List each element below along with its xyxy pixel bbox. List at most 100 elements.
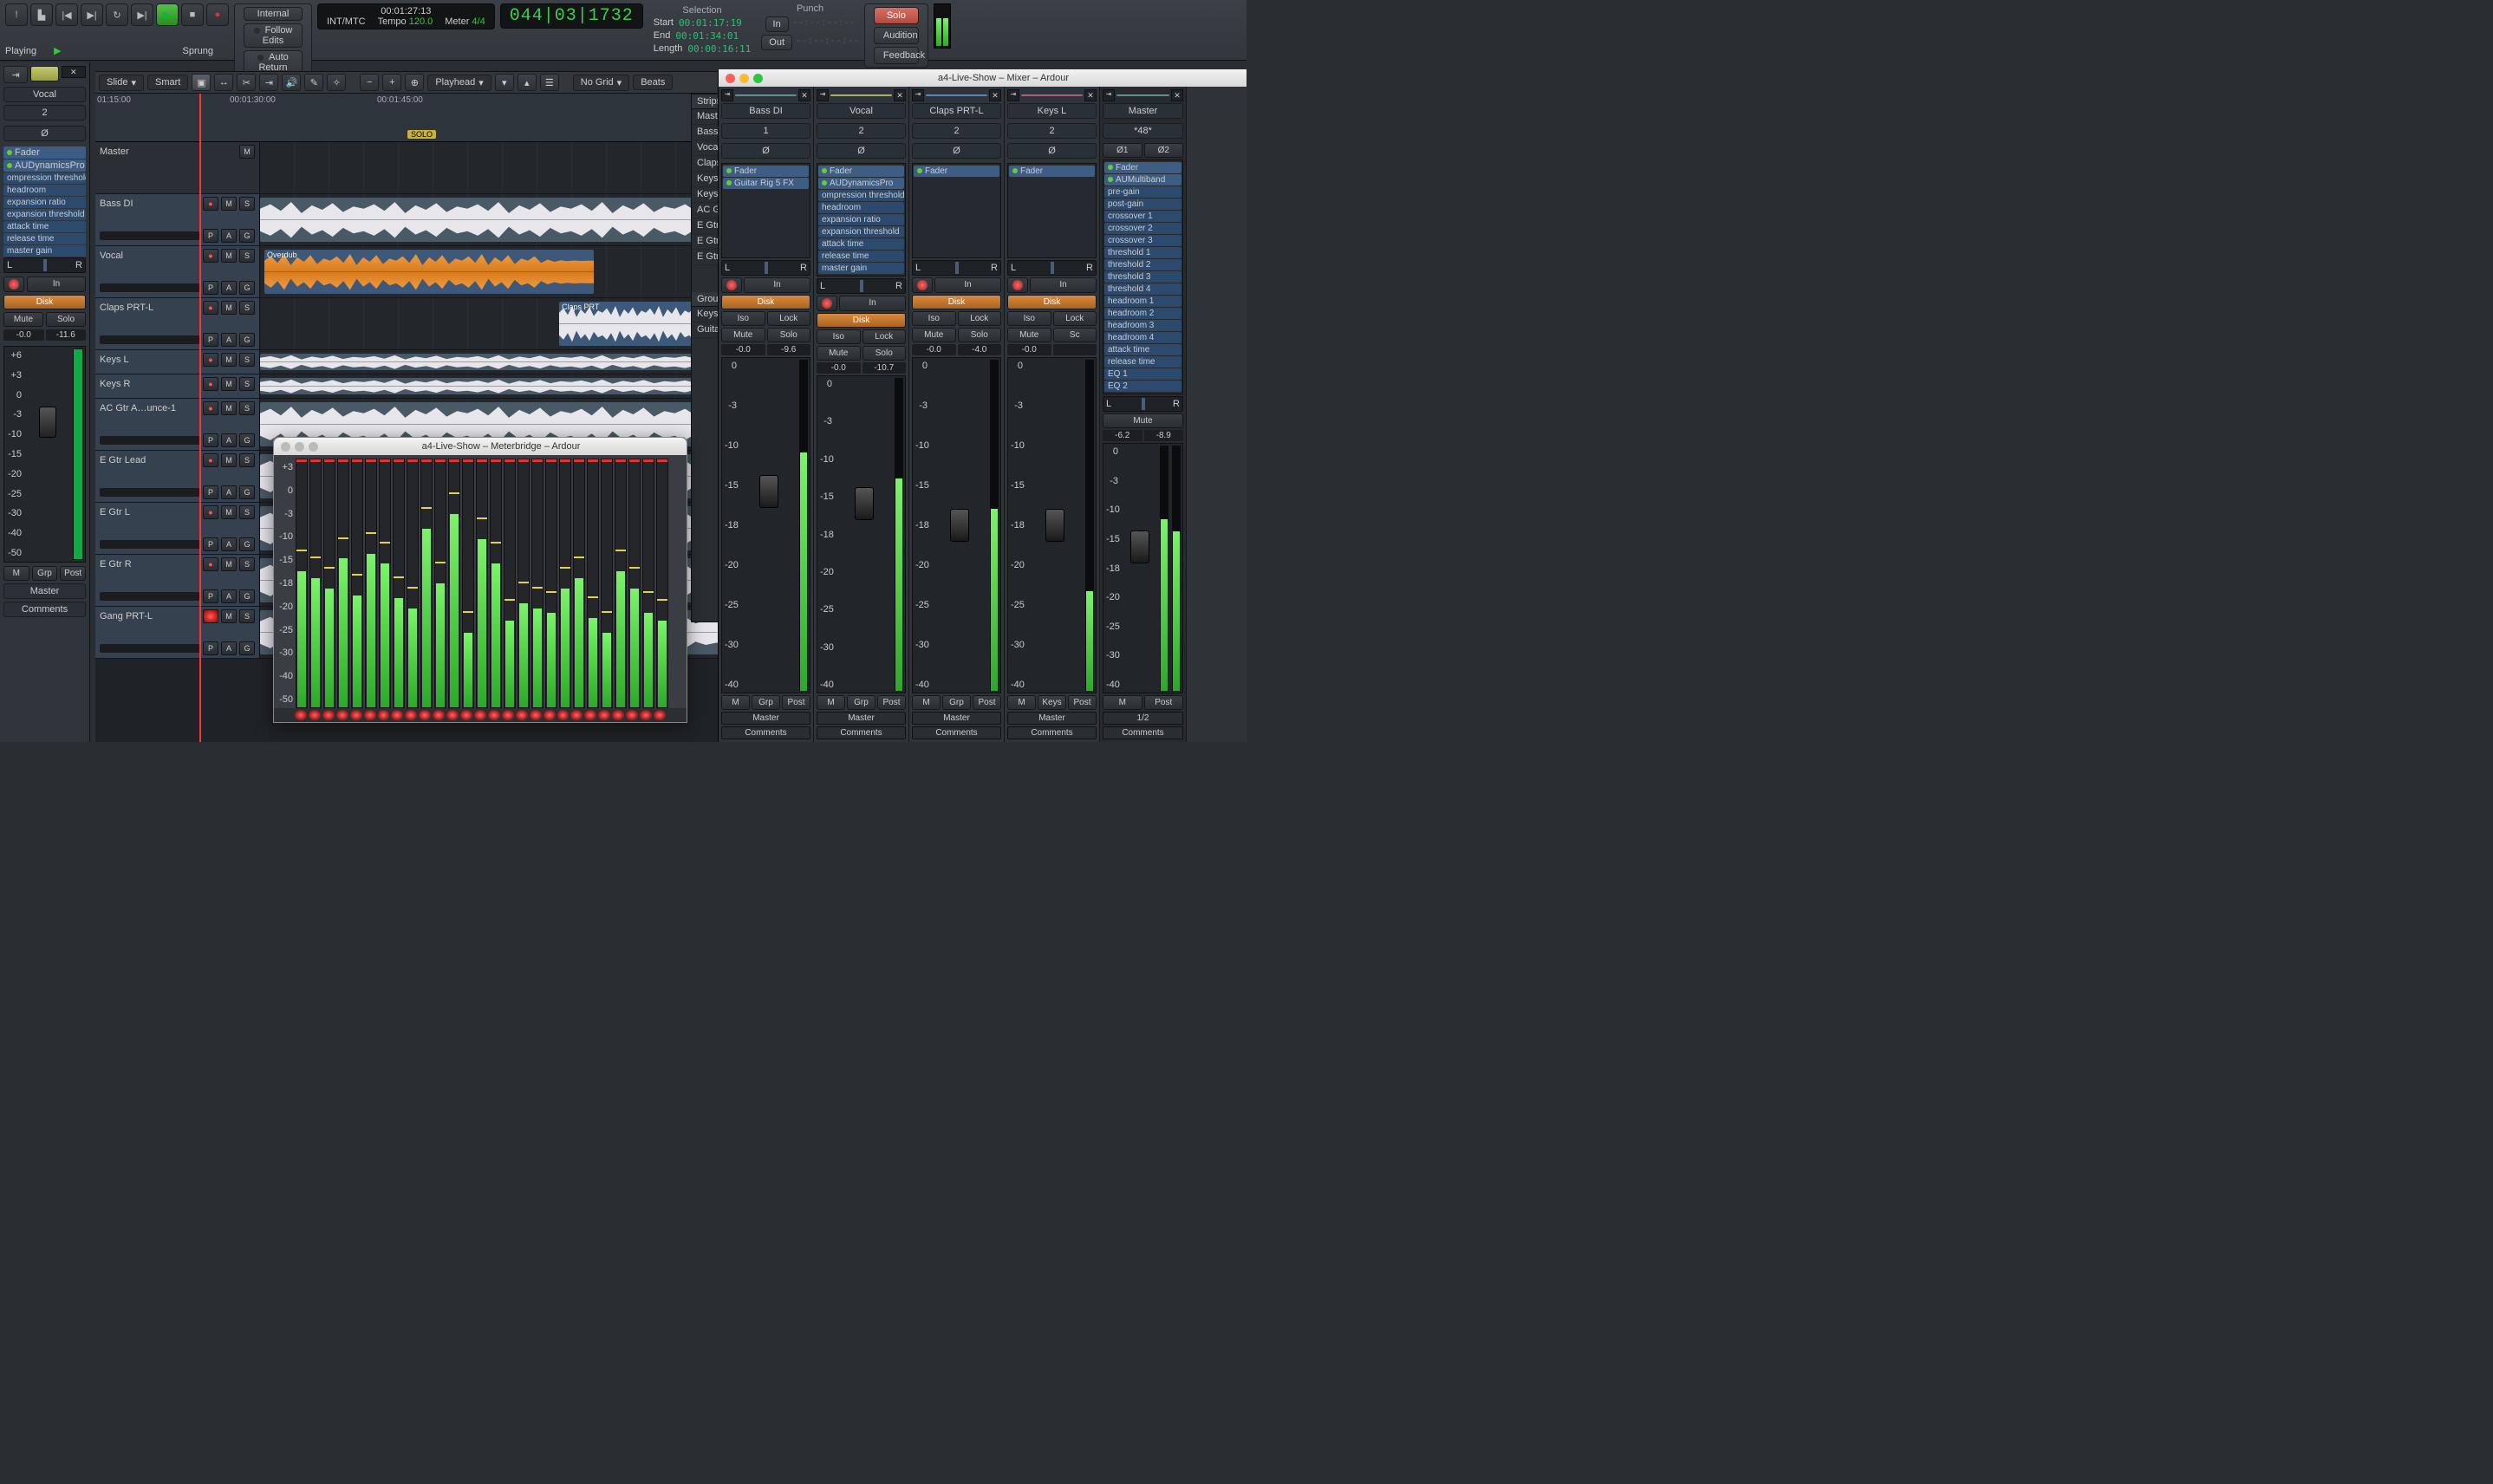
zoom-focus-dropdown[interactable]: Playhead ▾ (427, 75, 491, 91)
meter-rec-button[interactable] (488, 710, 500, 720)
edit-mode-dropdown[interactable]: Slide ▾ (99, 75, 144, 91)
track-shrink-button[interactable]: ▾ (495, 74, 514, 91)
track-fader[interactable] (100, 540, 200, 549)
meterbridge-window[interactable]: a4-Live-Show – Meterbridge – Ardour +30-… (273, 437, 687, 723)
post-button[interactable]: Post (782, 695, 810, 710)
invert-button[interactable]: Ø (1007, 143, 1097, 159)
comments-button[interactable]: Comments (721, 726, 810, 739)
track-a-button[interactable]: A (221, 589, 237, 603)
tool-audition[interactable]: 🔊 (282, 74, 301, 91)
track-rec-button[interactable]: ● (203, 453, 218, 467)
meter-rec-button[interactable] (405, 710, 417, 720)
panner[interactable]: LR (1007, 260, 1097, 276)
output-button[interactable]: 1/2 (1103, 712, 1183, 725)
track-rec-button[interactable]: ● (203, 249, 218, 263)
track-fader[interactable] (100, 335, 200, 344)
track-s-button[interactable]: S (239, 377, 255, 391)
track-p-button[interactable]: P (203, 641, 218, 655)
track-header[interactable]: Gang PRT-L●MSPAG (95, 607, 260, 658)
invert-button[interactable]: Ø (912, 143, 1001, 159)
track-s-button[interactable]: S (239, 557, 255, 571)
m-button[interactable]: M (721, 695, 750, 710)
iso-button[interactable]: Iso (1007, 311, 1051, 326)
disk-button[interactable]: Disk (817, 313, 906, 328)
meter-rec-button[interactable] (557, 710, 570, 720)
audition-alert-button[interactable]: Audition (874, 27, 919, 44)
mixer-titlebar[interactable]: a4-Live-Show – Mixer – Ardour (719, 69, 1246, 87)
plugin-item[interactable]: Fader (1009, 166, 1095, 177)
plugin-param[interactable]: master gain (3, 245, 86, 257)
m-button[interactable]: M (817, 695, 845, 710)
plugin-item[interactable]: Fader (723, 166, 809, 177)
meter-rec-button[interactable] (474, 710, 486, 720)
fader-area[interactable]: 0-3-10-15-18-20-25-30-40 (817, 375, 906, 693)
meter-rec-button[interactable] (336, 710, 348, 720)
plugin-param[interactable]: EQ 2 (1104, 381, 1181, 392)
strip-disk-button[interactable]: Disk (3, 295, 86, 309)
output-button[interactable]: Master (817, 712, 906, 725)
window-minimize-icon[interactable] (739, 74, 749, 83)
track-m-button[interactable]: M (221, 401, 237, 415)
m-button[interactable]: M (1007, 695, 1036, 710)
rec-button[interactable] (721, 277, 742, 293)
output-button[interactable]: Master (912, 712, 1001, 725)
window-close-icon[interactable] (281, 442, 290, 452)
strip-invert-button[interactable]: Ø (3, 126, 86, 141)
track-g-button[interactable]: G (239, 641, 255, 655)
play-range-button[interactable]: ▶| (131, 3, 153, 26)
track-g-button[interactable]: G (239, 485, 255, 499)
plugin-param[interactable]: attack time (818, 238, 904, 250)
window-minimize-icon[interactable] (295, 442, 304, 452)
track-a-button[interactable]: A (221, 537, 237, 551)
strip-comments[interactable]: Comments (3, 602, 86, 617)
midi-panic-button[interactable]: ! (5, 3, 28, 26)
track-fader[interactable] (100, 436, 200, 445)
track-p-button[interactable]: P (203, 333, 218, 347)
strip-post-button[interactable]: Post (60, 566, 86, 581)
fader-area[interactable]: 0-3-10-15-18-20-25-30-40 (721, 357, 810, 693)
mixer-strip-name[interactable] (735, 94, 797, 96)
meter-rec-button[interactable] (433, 710, 445, 720)
strip-m-button[interactable]: M (3, 566, 29, 581)
lock-button[interactable]: Lock (862, 329, 907, 344)
mute-button[interactable]: Mute (912, 328, 956, 342)
meter-rec-button[interactable] (446, 710, 459, 720)
plugin-param[interactable]: threshold 3 (1104, 271, 1181, 283)
mixer-strip-label[interactable]: Master (1103, 103, 1183, 119)
plugin-param[interactable]: expansion ratio (3, 197, 86, 208)
track-rec-button[interactable]: ● (203, 609, 218, 623)
solo-button[interactable]: Solo (767, 328, 811, 342)
dynamics-plugin[interactable]: AUDynamicsPro (3, 159, 86, 172)
strip-input-icon[interactable]: ⇥ (1007, 89, 1019, 101)
track-g-button[interactable]: G (239, 589, 255, 603)
punch-in-button[interactable]: In (765, 16, 789, 32)
strip-close-button[interactable]: ✕ (894, 89, 906, 101)
track-header[interactable]: MasterM (95, 142, 260, 193)
meter-rec-button[interactable] (364, 710, 376, 720)
strip-input-icon[interactable]: ⇥ (3, 66, 28, 83)
track-rec-button[interactable]: ● (203, 557, 218, 571)
strip-fader[interactable]: +6+30-3-10-15-20-25-30-40-50 (3, 346, 86, 563)
plugin-param[interactable]: ompression threshold (818, 190, 904, 201)
track-a-button[interactable]: A (221, 333, 237, 347)
track-rec-button[interactable]: ● (203, 301, 218, 315)
mixer-strip-name[interactable] (830, 94, 892, 96)
track-m-button[interactable]: M (221, 249, 237, 263)
track-header[interactable]: E Gtr L●MSPAG (95, 503, 260, 554)
channel-count[interactable]: 2 (817, 123, 906, 139)
plugin-box[interactable]: FaderAUDynamicsProompression thresholdhe… (817, 163, 906, 277)
meter-rec-button[interactable] (419, 710, 431, 720)
fader-area[interactable]: 0-3-10-15-18-20-25-30-40 (1103, 443, 1183, 693)
track-a-button[interactable]: A (221, 229, 237, 243)
strip-close-button[interactable]: ✕ (989, 89, 1001, 101)
track-m-button[interactable]: M (221, 353, 237, 367)
comments-button[interactable]: Comments (1007, 726, 1097, 739)
invert-1-button[interactable]: Ø1 (1103, 143, 1142, 158)
track-m-button[interactable]: M (221, 197, 237, 211)
track-g-button[interactable]: G (239, 537, 255, 551)
strip-input-icon[interactable]: ⇥ (912, 89, 924, 101)
track-p-button[interactable]: P (203, 589, 218, 603)
meter-rec-button[interactable] (378, 710, 390, 720)
lock-button[interactable]: Lock (1053, 311, 1097, 326)
track-expand-button[interactable]: ▴ (517, 74, 537, 91)
